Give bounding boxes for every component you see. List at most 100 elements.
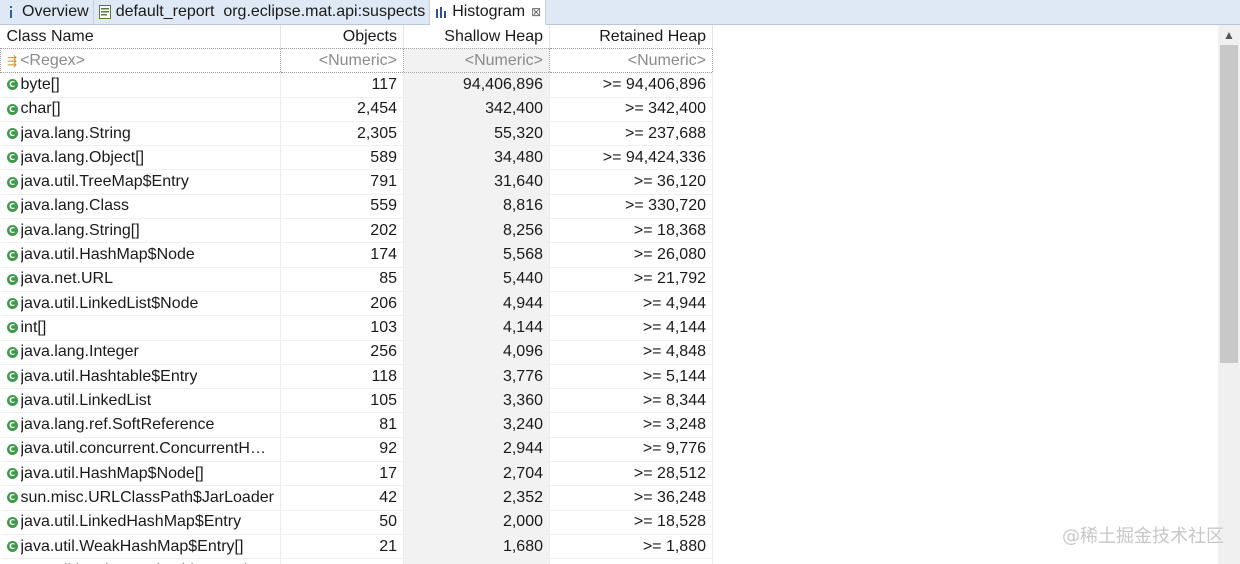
column-header-retained-heap[interactable]: Retained Heap [549, 25, 713, 49]
scroll-up-icon[interactable]: ▲ [1218, 25, 1240, 45]
class-name-cell[interactable]: Cjava.util.LinkedList$Node [0, 291, 281, 317]
retained-heap-cell: >= 36,248 [549, 485, 713, 511]
table-row[interactable]: Cjava.lang.String[] 202 8,256 >= 18,368 [0, 218, 713, 244]
histogram-table: Class Name Objects Shallow Heap Retained… [0, 25, 713, 564]
column-header-objects[interactable]: Objects [280, 25, 404, 49]
class-icon: C [6, 346, 18, 358]
table-row[interactable]: Cjava.util.LinkedHashMap$Entry 50 2,000 >= … [0, 510, 713, 535]
table-row[interactable]: Cjava.util.WeakHashMap$Entry[] 21 1,680 >= … [0, 534, 713, 560]
class-name-cell[interactable]: Cbyte[] [0, 72, 281, 98]
class-name-cell[interactable]: Cjava.lang.Integer [0, 340, 281, 365]
shallow-heap-cell: 8,256 [403, 218, 550, 244]
info-icon [3, 4, 19, 20]
class-name: java.util.LinkedList$Node [20, 294, 199, 312]
class-name-cell[interactable]: Cjava.util.concurrent.ConcurrentHas... [0, 437, 281, 463]
filter-row: ⇶ <Regex> <Numeric> <Numeric> <Numeric> [0, 47, 713, 74]
class-name-cell[interactable]: Csun.misc.URLClassPath$JarLoader [0, 485, 281, 511]
class-name: java.util.LinkedHashMap$Entry [20, 513, 242, 531]
class-name: java.lang.String [20, 124, 131, 142]
class-icon: C [6, 128, 18, 140]
class-icon: C [6, 79, 18, 91]
table-row[interactable]: Csun.util.locale.LocaleObjectCache$...38… [0, 558, 713, 564]
retained-heap-cell: >= 4,848 [549, 340, 713, 365]
class-name: int[] [20, 318, 47, 336]
retained-heap-cell: >= 4,144 [549, 315, 713, 341]
table-row[interactable]: Cbyte[] 117 94,406,896 >= 94,406,896 [0, 72, 713, 98]
vertical-scrollbar[interactable]: ▲ [1218, 25, 1240, 564]
class-name-cell[interactable]: Cjava.util.LinkedHashMap$Entry [0, 510, 281, 535]
objects-cell: 559 [280, 194, 404, 220]
shallow-heap-cell: 5,568 [403, 242, 550, 268]
class-name-cell[interactable]: Cjava.net.URL [0, 267, 281, 292]
class-name-cell[interactable]: Cjava.lang.String [0, 121, 281, 147]
table-row[interactable]: Cjava.lang.Class 559 8,816 >= 330,720 [0, 194, 713, 220]
class-name: java.util.WeakHashMap$Entry[] [20, 537, 244, 555]
scrollbar-thumb[interactable] [1220, 45, 1238, 363]
retained-heap-filter-input[interactable]: <Numeric> [549, 47, 713, 74]
table-row[interactable]: Cjava.lang.ref.SoftReference 81 3,240 >= 3,… [0, 412, 713, 438]
class-name-cell[interactable]: Cchar[] [0, 97, 281, 122]
shallow-heap-cell: 1,520 [403, 558, 550, 564]
regex-filter-input[interactable]: <Regex> [20, 52, 85, 70]
retained-heap-cell: >= 1,520 [549, 558, 713, 564]
class-name: byte[] [20, 75, 60, 93]
class-name-cell[interactable]: Cjava.lang.String[] [0, 218, 281, 244]
table-row[interactable]: Cjava.util.LinkedList 105 3,360 >= 8,344 [0, 388, 713, 414]
class-name-cell[interactable]: Cjava.util.Hashtable$Entry [0, 364, 281, 390]
table-row[interactable]: Cchar[] 2,454 342,400 >= 342,400 [0, 97, 713, 122]
retained-heap-cell: >= 36,120 [549, 169, 713, 195]
class-name: java.lang.Integer [20, 343, 139, 361]
filter-icon: ⇶ [7, 53, 18, 68]
histogram-table-container: Class Name Objects Shallow Heap Retained… [0, 25, 1218, 564]
table-row[interactable]: Cjava.lang.String 2,305 55,320 >= 237,688 [0, 121, 713, 147]
class-name-cell[interactable]: Cint[] [0, 315, 281, 341]
class-name-cell[interactable]: Cjava.util.HashMap$Node[] [0, 461, 281, 487]
tab-histogram[interactable]: Histogram ⊠ [430, 0, 547, 25]
class-icon: C [6, 322, 18, 334]
table-row[interactable]: Cjava.util.Hashtable$Entry 118 3,776 >= 5,1… [0, 364, 713, 390]
shallow-heap-cell: 55,320 [403, 121, 550, 147]
class-name-filter-cell[interactable]: ⇶ <Regex> [0, 47, 281, 74]
class-name-cell[interactable]: Cjava.lang.Class [0, 194, 281, 220]
class-icon: C [6, 516, 18, 528]
class-name: java.util.concurrent.ConcurrentHas... [20, 440, 275, 458]
close-icon[interactable]: ⊠ [531, 5, 541, 19]
shallow-heap-filter-input[interactable]: <Numeric> [403, 47, 550, 74]
class-name-cell[interactable]: Cjava.util.TreeMap$Entry [0, 169, 281, 195]
shallow-heap-cell: 3,360 [403, 388, 550, 414]
tab-label: Overview [22, 3, 89, 20]
table-row[interactable]: Cjava.util.HashMap$Node 174 5,568 >= 26,080 [0, 242, 713, 268]
tab-default-report[interactable]: default_report org.eclipse.mat.api:suspe… [94, 0, 431, 24]
column-header-class-name[interactable]: Class Name [0, 25, 281, 49]
table-row[interactable]: Cjava.lang.Object[] 589 34,480 >= 94,424,33… [0, 145, 713, 171]
class-name-cell[interactable]: Csun.util.locale.LocaleObjectCache$... [0, 558, 281, 564]
table-row[interactable]: Cjava.net.URL 85 5,440 >= 21,792 [0, 267, 713, 292]
objects-filter-input[interactable]: <Numeric> [280, 47, 404, 74]
table-row[interactable]: Cjava.util.concurrent.ConcurrentHas... 92… [0, 437, 713, 463]
class-name: java.util.TreeMap$Entry [20, 173, 189, 191]
objects-cell: 50 [280, 510, 404, 535]
objects-cell: 17 [280, 461, 404, 487]
objects-cell: 256 [280, 340, 404, 365]
table-row[interactable]: Cjava.util.LinkedList$Node 206 4,944 >= 4,9… [0, 291, 713, 317]
objects-cell: 42 [280, 485, 404, 511]
class-name-cell[interactable]: Cjava.util.WeakHashMap$Entry[] [0, 534, 281, 560]
column-header-shallow-heap[interactable]: Shallow Heap [403, 25, 550, 49]
class-name-cell[interactable]: Cjava.lang.ref.SoftReference [0, 412, 281, 438]
table-row[interactable]: Csun.misc.URLClassPath$JarLoader 42 2,352 >… [0, 485, 713, 511]
class-name-cell[interactable]: Cjava.lang.Object[] [0, 145, 281, 171]
retained-heap-cell: >= 18,368 [549, 218, 713, 244]
class-name-cell[interactable]: Cjava.util.HashMap$Node [0, 242, 281, 268]
table-row[interactable]: Cjava.util.HashMap$Node[] 17 2,704 >= 28,51… [0, 461, 713, 487]
tab-overview[interactable]: Overview [0, 0, 94, 24]
table-row[interactable]: Cjava.util.TreeMap$Entry 791 31,640 >= 36,1… [0, 169, 713, 195]
retained-heap-cell: >= 94,424,336 [549, 145, 713, 171]
table-row[interactable]: Cjava.lang.Integer 256 4,096 >= 4,848 [0, 340, 713, 365]
class-name: java.lang.Class [20, 197, 130, 215]
objects-cell: 103 [280, 315, 404, 341]
objects-cell: 117 [280, 72, 404, 98]
class-name-cell[interactable]: Cjava.util.LinkedList [0, 388, 281, 414]
class-icon: C [6, 443, 18, 455]
table-row[interactable]: Cint[] 103 4,144 >= 4,144 [0, 315, 713, 341]
retained-heap-cell: >= 18,528 [549, 510, 713, 535]
